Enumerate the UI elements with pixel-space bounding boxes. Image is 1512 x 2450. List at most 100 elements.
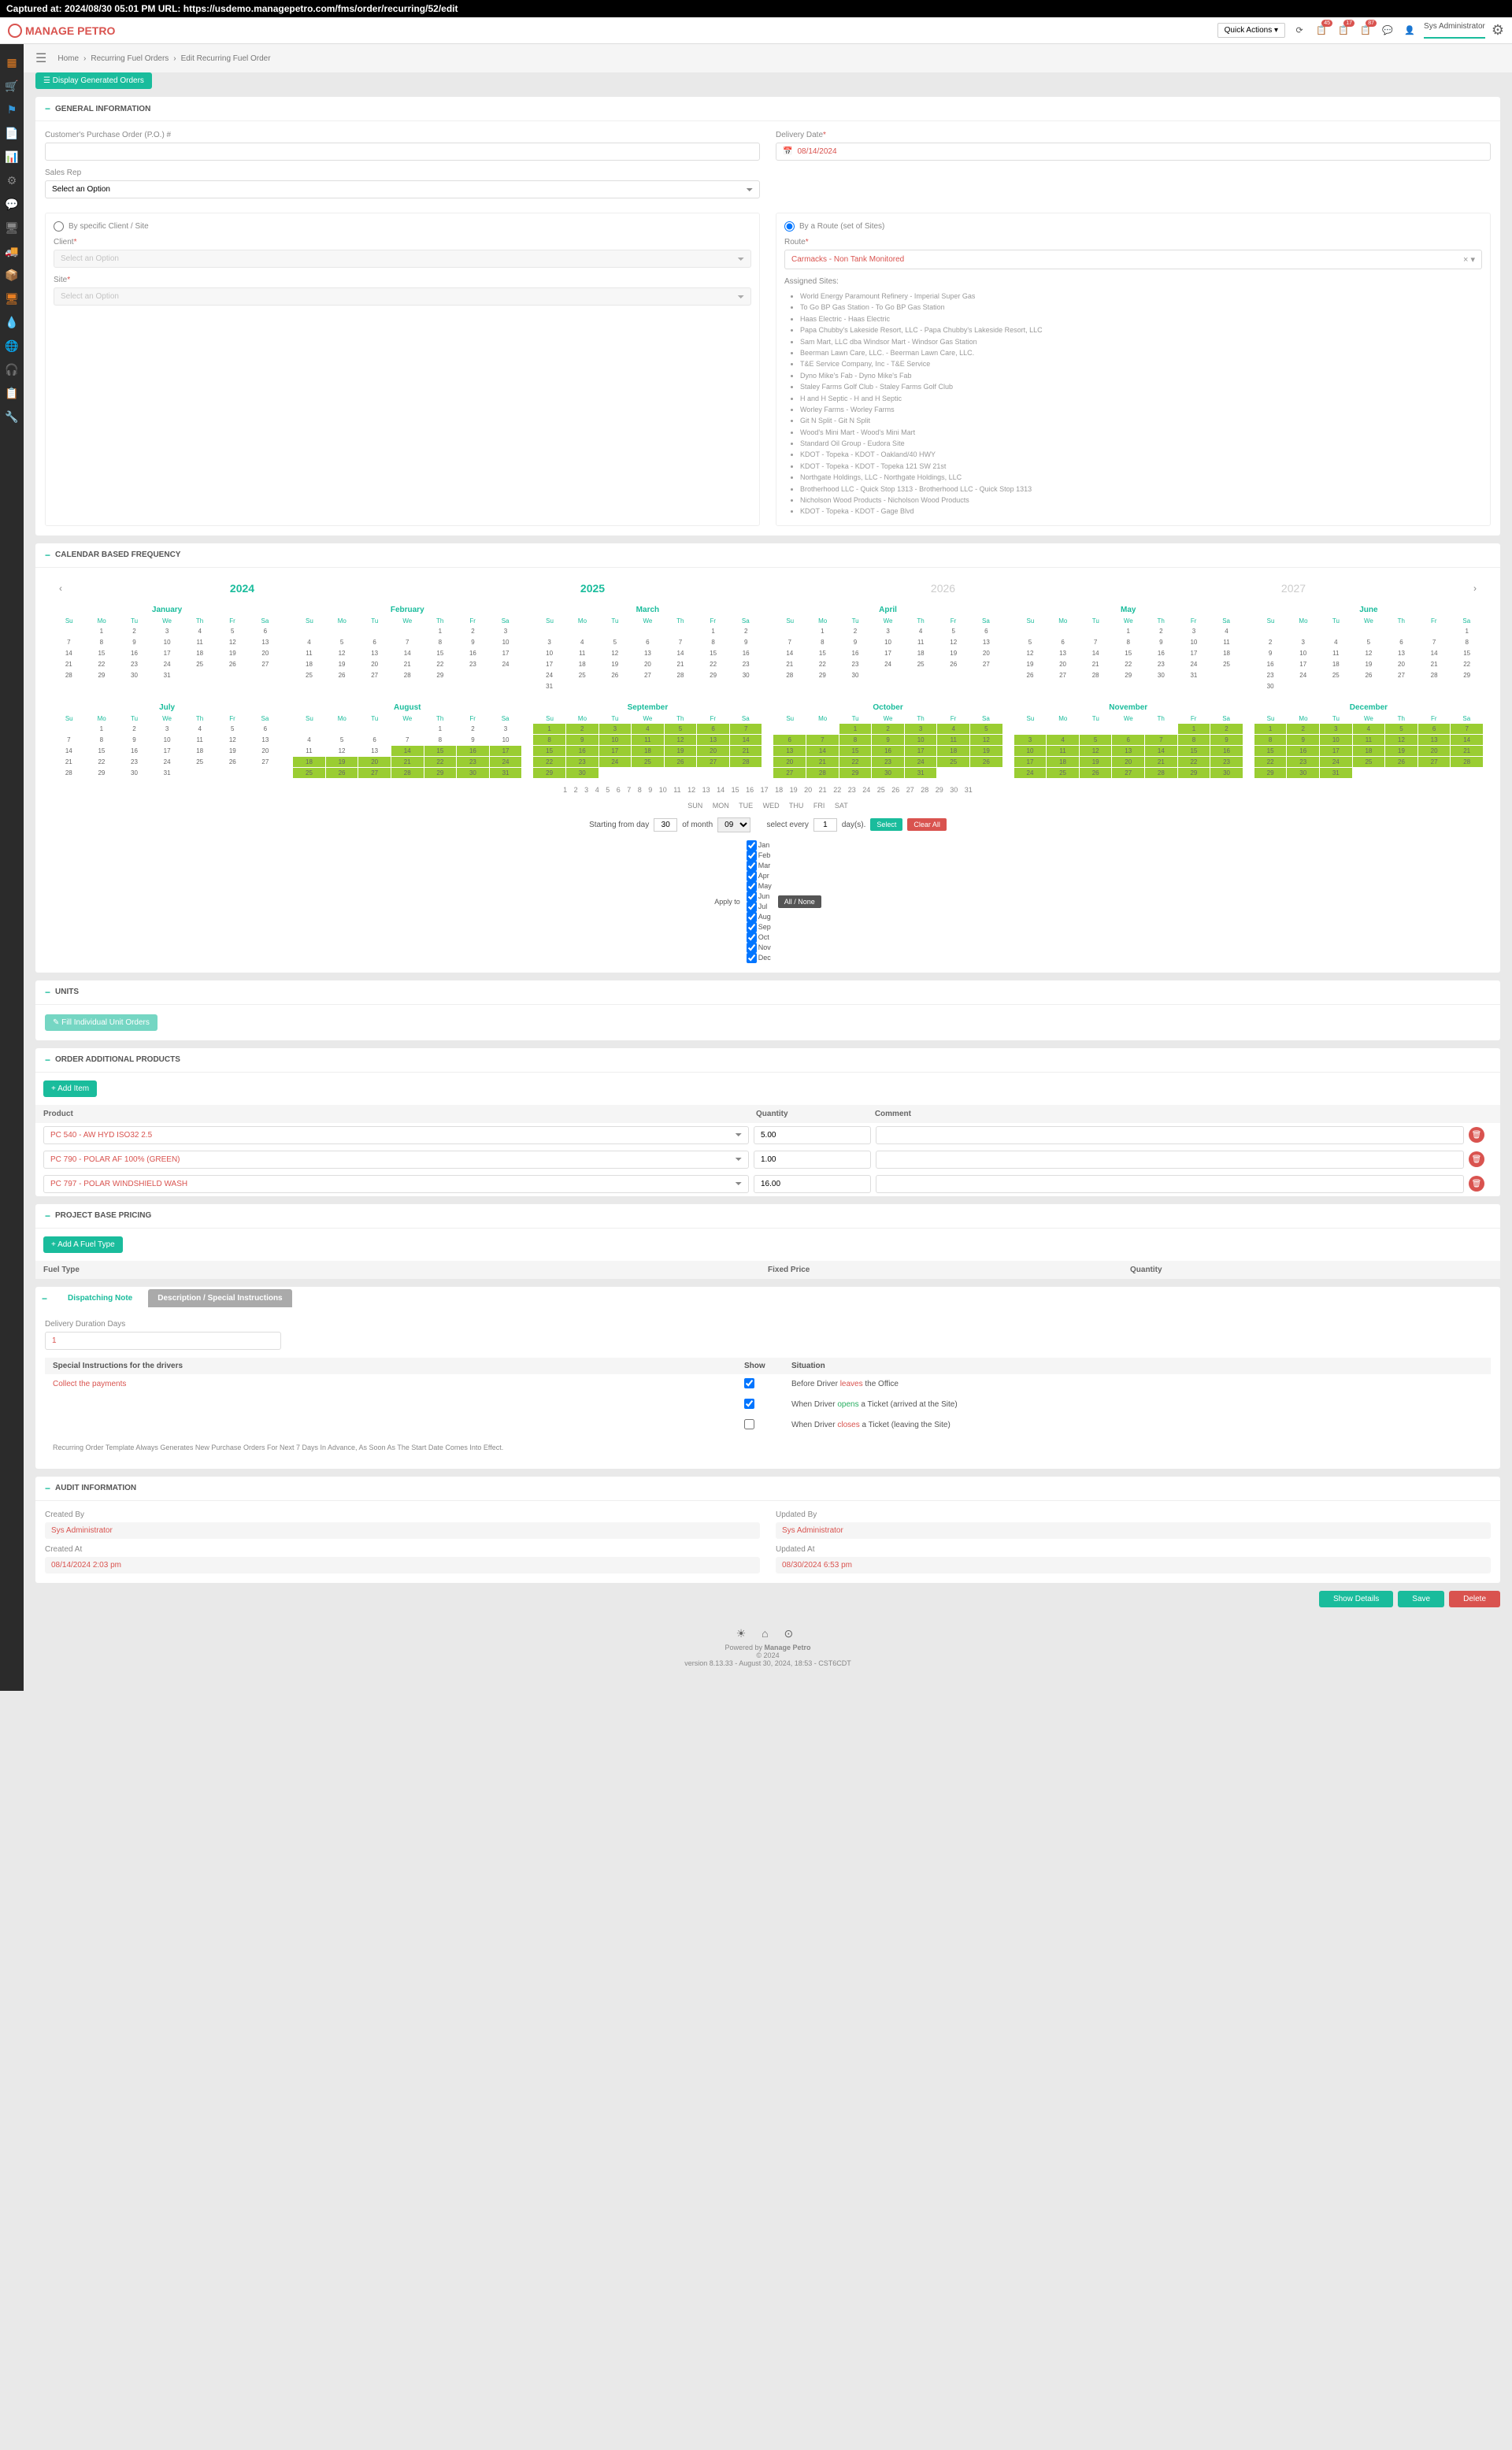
day-cell[interactable]: 12 (1014, 648, 1047, 658)
sidebar-flag[interactable]: ⚑ (0, 98, 24, 121)
day-cell[interactable]: 1 (86, 724, 118, 734)
day-cell[interactable]: 8 (424, 637, 457, 647)
day-cell[interactable]: 19 (326, 757, 358, 767)
day-cell[interactable]: 11 (937, 735, 969, 745)
day-numbers[interactable]: 1 2 3 4 5 6 7 8 9 10 11 12 13 14 15 16 1… (45, 778, 1491, 802)
day-cell[interactable]: 8 (1112, 637, 1144, 647)
day-cell[interactable]: 13 (1385, 648, 1418, 658)
comment-input[interactable] (876, 1175, 1464, 1193)
day-cell[interactable]: 9 (839, 637, 872, 647)
day-cell[interactable]: 23 (1210, 757, 1243, 767)
quick-actions-btn[interactable]: Quick Actions ▾ (1217, 23, 1285, 38)
fill-units-btn[interactable]: ✎ Fill Individual Unit Orders (45, 1014, 158, 1031)
add-fuel-btn[interactable]: + Add A Fuel Type (43, 1236, 123, 1253)
year-next[interactable]: › (1469, 583, 1481, 594)
day-cell[interactable]: 15 (1451, 648, 1483, 658)
day-cell[interactable]: 19 (326, 659, 358, 669)
day-cell[interactable]: 5 (1353, 637, 1385, 647)
day-cell[interactable]: 23 (1145, 659, 1177, 669)
day-cell[interactable]: 3 (151, 724, 183, 734)
day-cell[interactable]: 10 (1178, 637, 1210, 647)
day-cell[interactable]: 31 (151, 670, 183, 680)
day-cell[interactable]: 11 (183, 735, 216, 745)
day-cell[interactable]: 24 (1178, 659, 1210, 669)
all-none-btn[interactable]: All / None (778, 895, 821, 908)
day-cell[interactable]: 28 (1418, 670, 1451, 680)
day-cell[interactable]: 16 (457, 746, 489, 756)
day-cell[interactable]: 7 (1145, 735, 1177, 745)
day-cell[interactable]: 23 (566, 757, 598, 767)
day-cell[interactable]: 19 (1385, 746, 1418, 756)
day-cell[interactable]: 6 (773, 735, 806, 745)
day-cell[interactable]: 18 (566, 659, 598, 669)
day-cell[interactable]: 29 (86, 670, 118, 680)
day-cell[interactable]: 19 (665, 746, 697, 756)
day-cell[interactable]: 25 (1320, 670, 1352, 680)
salesrep-select[interactable]: Select an Option (45, 180, 760, 198)
year-2025[interactable]: 2025 (417, 582, 768, 595)
day-cell[interactable]: 30 (872, 768, 904, 778)
day-cell[interactable]: 11 (293, 746, 325, 756)
day-cell[interactable]: 17 (1178, 648, 1210, 658)
avatar-icon[interactable]: 👤 (1402, 23, 1418, 39)
day-cell[interactable]: 2 (1210, 724, 1243, 734)
duration-input[interactable] (45, 1332, 281, 1350)
month-check-May[interactable]: May (747, 881, 772, 891)
sidebar-box[interactable]: 📦 (0, 263, 24, 287)
day-cell[interactable]: 12 (217, 735, 249, 745)
day-cell[interactable]: 12 (1385, 735, 1418, 745)
day-cell[interactable]: 10 (599, 735, 632, 745)
day-cell[interactable]: 13 (250, 637, 282, 647)
day-cell[interactable]: 29 (806, 670, 839, 680)
day-cell[interactable]: 15 (839, 746, 872, 756)
day-cell[interactable]: 4 (1210, 626, 1243, 636)
day-cell[interactable]: 2 (566, 724, 598, 734)
day-cell[interactable]: 24 (151, 659, 183, 669)
day-cell[interactable]: 20 (697, 746, 729, 756)
day-cell[interactable]: 3 (533, 637, 565, 647)
day-cell[interactable]: 23 (1287, 757, 1319, 767)
day-cell[interactable]: 1 (1451, 626, 1483, 636)
year-prev[interactable]: ‹ (54, 583, 67, 594)
day-cell[interactable]: 27 (1112, 768, 1144, 778)
day-cell[interactable]: 15 (1178, 746, 1210, 756)
day-cell[interactable]: 6 (632, 637, 664, 647)
day-cell[interactable]: 18 (632, 746, 664, 756)
day-cell[interactable]: 5 (326, 637, 358, 647)
day-cell[interactable]: 14 (1080, 648, 1112, 658)
day-cell[interactable]: 15 (86, 746, 118, 756)
day-cell[interactable]: 11 (566, 648, 598, 658)
day-cell[interactable]: 31 (1178, 670, 1210, 680)
day-cell[interactable]: 9 (1210, 735, 1243, 745)
day-cell[interactable]: 5 (937, 626, 969, 636)
day-cell[interactable]: 6 (1418, 724, 1451, 734)
day-cell[interactable]: 21 (391, 659, 424, 669)
day-cell[interactable]: 4 (632, 724, 664, 734)
month-check-Mar[interactable]: Mar (747, 861, 772, 871)
day-cell[interactable]: 8 (424, 735, 457, 745)
show-check-2[interactable] (744, 1399, 754, 1409)
day-cell[interactable]: 3 (1014, 735, 1047, 745)
day-cell[interactable]: 15 (424, 648, 457, 658)
day-cell[interactable]: 8 (533, 735, 565, 745)
day-cell[interactable]: 17 (1287, 659, 1319, 669)
start-day-input[interactable] (654, 818, 677, 832)
day-cell[interactable]: 2 (118, 724, 150, 734)
notif-icon-2[interactable]: 📋17 (1336, 23, 1351, 39)
day-cell[interactable]: 13 (1047, 648, 1079, 658)
units-header[interactable]: −UNITS (35, 980, 1500, 1005)
day-cell[interactable]: 12 (599, 648, 632, 658)
day-cell[interactable]: 25 (937, 757, 969, 767)
day-cell[interactable]: 3 (1178, 626, 1210, 636)
month-check-Nov[interactable]: Nov (747, 943, 772, 953)
day-cell[interactable]: 1 (1178, 724, 1210, 734)
day-cell[interactable]: 16 (1254, 659, 1287, 669)
day-cell[interactable]: 26 (1014, 670, 1047, 680)
day-cell[interactable]: 27 (250, 757, 282, 767)
day-cell[interactable]: 30 (1210, 768, 1243, 778)
day-cell[interactable]: 28 (391, 768, 424, 778)
day-cell[interactable]: 8 (1451, 637, 1483, 647)
day-cell[interactable]: 5 (1385, 724, 1418, 734)
day-cell[interactable]: 7 (1080, 637, 1112, 647)
day-cell[interactable]: 24 (1014, 768, 1047, 778)
